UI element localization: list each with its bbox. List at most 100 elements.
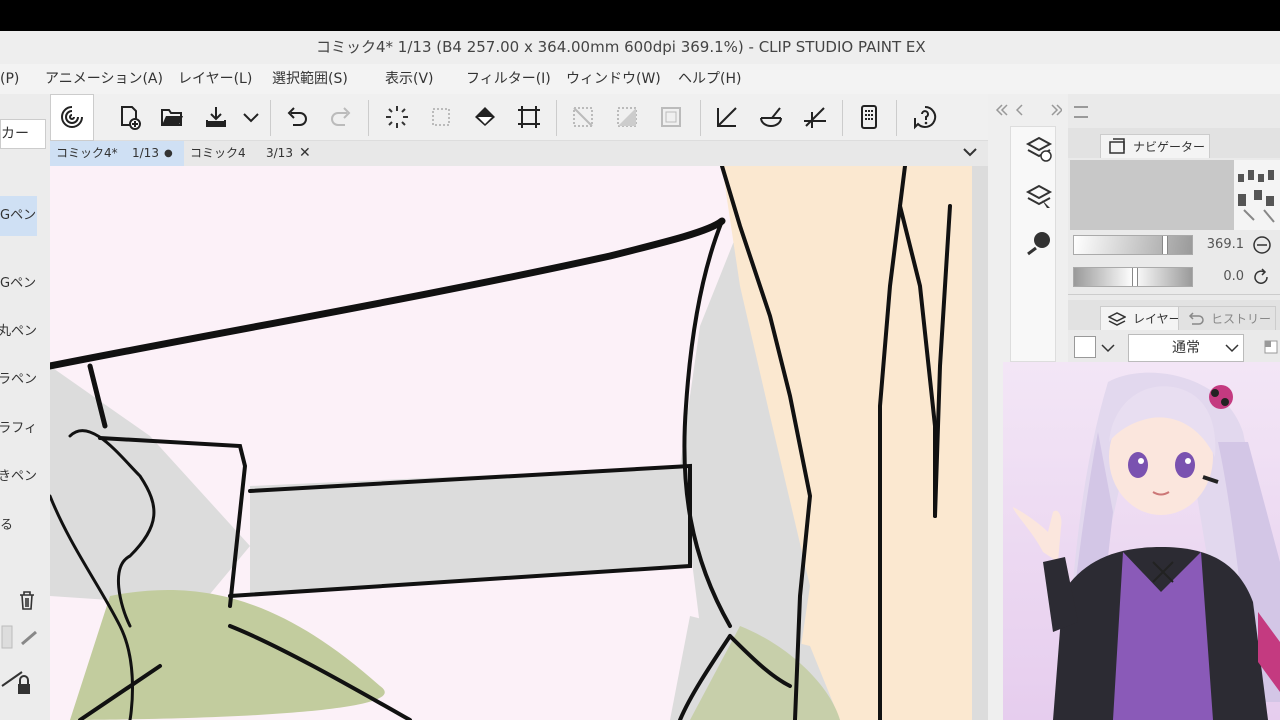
window-title: コミック4* 1/13 (B4 257.00 x 364.00mm 600dpi…	[316, 38, 926, 56]
zoom-slider-knob[interactable]	[1162, 236, 1168, 254]
layer-option-icon[interactable]	[1264, 340, 1278, 354]
toolbar-separator	[270, 100, 271, 136]
loading-icon[interactable]	[380, 100, 414, 134]
ruler-curve-icon[interactable]	[754, 100, 788, 134]
navigator-icon	[1109, 138, 1125, 154]
layer-search-icon[interactable]	[1024, 182, 1054, 212]
layer-color-checkbox[interactable]	[1074, 336, 1096, 358]
zoom-slider-row: 369.1	[1072, 232, 1280, 258]
menu-item-filter[interactable]: フィルター(I)	[466, 64, 551, 94]
navigator-thumbnail	[1234, 160, 1280, 230]
navigator-tab-row: ナビゲーター	[1068, 128, 1280, 158]
zoom-slider-track	[1074, 236, 1192, 254]
anime-character-illustration	[1003, 362, 1280, 720]
streamer-avatar-overlay	[1003, 362, 1280, 720]
toolbar-separator	[700, 100, 701, 136]
drawing-canvas[interactable]	[50, 166, 988, 720]
selection-border-icon[interactable]	[654, 100, 688, 134]
tab-label: ナビゲーター	[1133, 140, 1206, 154]
ruler-snap-icon[interactable]	[798, 100, 832, 134]
pen-lock-icon[interactable]	[0, 660, 46, 700]
layer-property-icon[interactable]	[1024, 134, 1054, 164]
rotate-slider-knob[interactable]	[1132, 268, 1138, 286]
device-icon[interactable]	[852, 100, 886, 134]
sub-tool-footer	[0, 586, 46, 616]
export-icon[interactable]	[199, 100, 233, 134]
navigator-thumbnail-image	[1238, 170, 1275, 223]
menu-bar: (P) アニメーション(A) レイヤー(L) 選択範囲(S) 表示(V) フィル…	[0, 64, 1280, 94]
toolbar-separator	[368, 100, 369, 136]
tab-name: コミック4*	[56, 146, 118, 160]
rotate-reset-icon[interactable]	[1252, 267, 1272, 287]
tab-modified-dot: ●	[164, 148, 173, 159]
zoom-value[interactable]: 369.1	[1198, 235, 1244, 255]
toolbar-separator	[896, 100, 897, 136]
brush-icon[interactable]	[0, 624, 46, 652]
sub-tool-item-g-pen-2[interactable]: Gペン	[0, 264, 37, 304]
artwork	[50, 166, 988, 720]
tab-comic4[interactable]: コミック4 3/13 ✕	[184, 141, 320, 166]
sub-tool-item-maru-pen[interactable]: 丸ペン	[0, 312, 37, 352]
panel-menu-icon[interactable]	[1074, 106, 1088, 118]
toolbar-separator	[556, 100, 557, 136]
sub-tool-panel: カー Gペン Gペン 丸ペン カブラペン カリグラフィ 效きペン る	[0, 94, 50, 720]
invert-selection-icon[interactable]	[610, 100, 644, 134]
open-folder-icon[interactable]	[155, 100, 189, 134]
screen-top-bar	[0, 0, 1280, 31]
panel-collapse-arrows-icon[interactable]	[992, 100, 1062, 120]
menu-item-window[interactable]: ウィンドウ(W)	[566, 64, 661, 94]
history-icon	[1188, 312, 1204, 325]
layer-icon	[1108, 312, 1126, 326]
navigator-preview[interactable]	[1070, 160, 1280, 230]
command-bar	[0, 94, 1000, 141]
menu-item-animation[interactable]: アニメーション(A)	[45, 64, 163, 94]
tab-comic4-active[interactable]: コミック4* 1/13 ●	[50, 141, 184, 166]
menu-item-layer[interactable]: レイヤー(L)	[178, 64, 252, 94]
new-file-icon[interactable]	[112, 100, 146, 134]
crop-icon[interactable]	[512, 100, 546, 134]
dropdown-icon[interactable]	[234, 100, 268, 134]
zoom-slider[interactable]	[1073, 235, 1193, 255]
layer-tab-row: レイヤー ヒストリー	[1068, 300, 1280, 330]
blend-mode-value: 通常	[1172, 340, 1200, 356]
chevron-down-icon[interactable]	[1224, 340, 1240, 356]
tab-label: レイヤー	[1133, 312, 1181, 326]
panel-divider	[1068, 294, 1280, 295]
menu-item-view[interactable]: 表示(V)	[385, 64, 434, 94]
menu-item-help[interactable]: ヘルプ(H)	[678, 64, 741, 94]
tab-page: 1/13	[132, 146, 159, 160]
clip-studio-icon[interactable]	[55, 100, 89, 134]
menu-item-selection[interactable]: 選択範囲(S)	[272, 64, 348, 94]
sub-tool-group-header[interactable]: カー	[0, 119, 46, 149]
redo-icon[interactable]	[324, 100, 358, 134]
chevron-down-icon[interactable]	[962, 144, 978, 160]
trash-icon[interactable]	[0, 586, 46, 616]
sub-tool-item-g-pen[interactable]: Gペン	[0, 196, 37, 236]
rotate-slider[interactable]	[1073, 267, 1193, 287]
tab-label: ヒストリー	[1211, 312, 1272, 326]
fill-icon[interactable]	[468, 100, 502, 134]
undo-icon[interactable]	[280, 100, 314, 134]
pen-lock-row	[0, 660, 46, 700]
menu-item-p[interactable]: (P)	[0, 64, 19, 94]
help-icon[interactable]	[908, 100, 942, 134]
sub-tool-item-calligraphy[interactable]: カリグラフィ	[0, 409, 37, 449]
sub-tool-item-kabura-pen[interactable]: カブラペン	[0, 360, 37, 400]
rotation-value[interactable]: 0.0	[1198, 267, 1244, 287]
brush-shape-row	[0, 624, 46, 652]
window-title-bar: コミック4* 1/13 (B4 257.00 x 364.00mm 600dpi…	[0, 31, 1280, 64]
document-tab-bar: コミック4* 1/13 ● コミック4 3/13 ✕	[50, 141, 988, 166]
selection-transform-icon[interactable]	[424, 100, 458, 134]
clear-selection-icon[interactable]	[566, 100, 600, 134]
sub-tool-item-pen-5[interactable]: 效きペン	[0, 457, 37, 497]
chevron-down-icon[interactable]	[1100, 340, 1116, 356]
ruler-pen-icon[interactable]	[710, 100, 744, 134]
toolbar-separator	[842, 100, 843, 136]
tab-close-icon[interactable]: ✕	[299, 141, 311, 166]
zoom-out-icon[interactable]	[1252, 235, 1272, 255]
rotate-slider-row: 0.0	[1072, 264, 1280, 290]
sub-tool-item-6[interactable]: る	[0, 506, 37, 546]
blend-mode-row: 通常	[1068, 332, 1280, 364]
tool-property-icon[interactable]	[1024, 228, 1054, 258]
tab-page: 3/13	[266, 146, 293, 160]
